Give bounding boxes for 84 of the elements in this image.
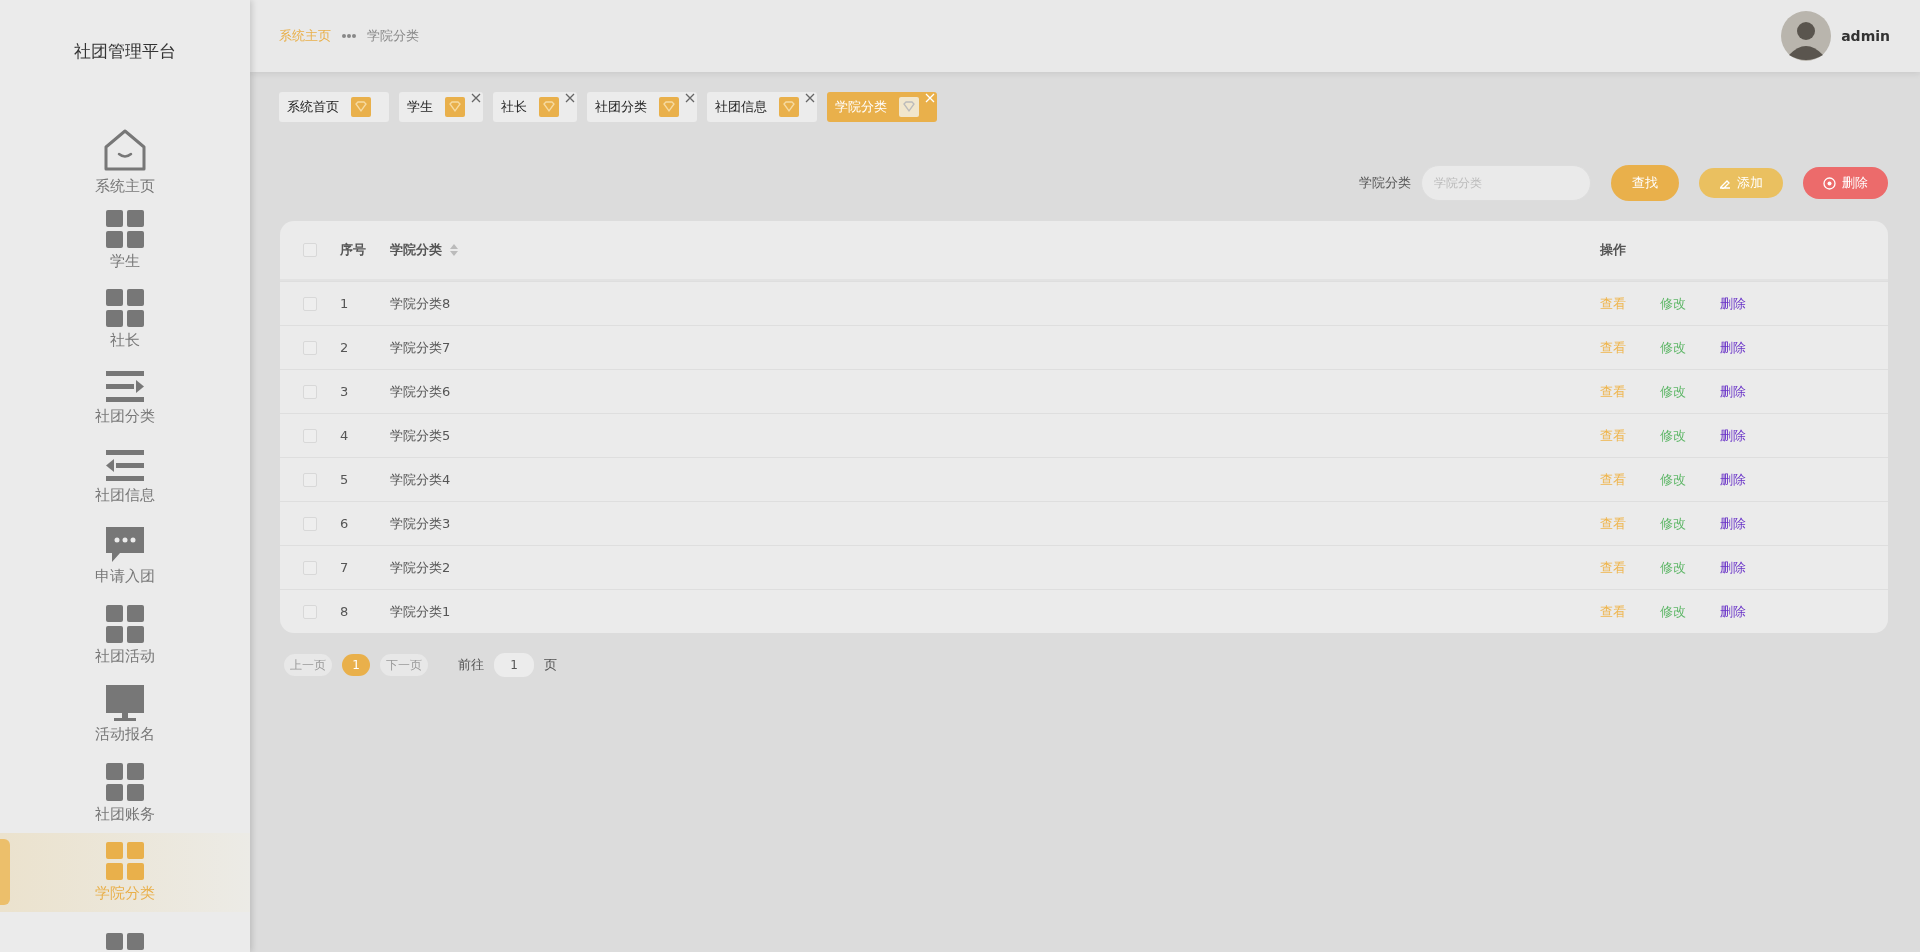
prev-page-button[interactable]: 上一页 bbox=[284, 654, 332, 676]
page-unit: 页 bbox=[544, 656, 557, 674]
edit-link[interactable]: 修改 bbox=[1660, 294, 1686, 313]
sidebar-item[interactable]: 活动报名 bbox=[0, 675, 250, 754]
page-input[interactable]: 1 bbox=[494, 653, 534, 677]
shield-icon bbox=[899, 97, 919, 117]
table-cell: 学院分类1 bbox=[390, 602, 451, 621]
table-cell: 学院分类2 bbox=[390, 558, 451, 577]
table-cell: 学院分类8 bbox=[390, 294, 451, 313]
table-cell-text: 5 bbox=[340, 472, 350, 487]
column-header: 操作 bbox=[1600, 241, 1626, 259]
table-cell: 学院分类5 bbox=[390, 426, 451, 445]
shield-icon bbox=[779, 97, 799, 117]
table-cell: 学院分类6 bbox=[390, 382, 451, 401]
app-title: 社团管理平台 bbox=[73, 40, 177, 60]
table-cell-text: 4 bbox=[340, 428, 350, 443]
user-name[interactable]: admin bbox=[1841, 28, 1890, 44]
table-cell-text: 6 bbox=[340, 516, 350, 531]
delete-link[interactable]: 删除 bbox=[1720, 470, 1746, 489]
table-cell: 学院分类7 bbox=[390, 338, 451, 357]
sidebar-item[interactable]: 社团分类 bbox=[0, 359, 250, 438]
chat-icon bbox=[106, 527, 144, 563]
grid-icon bbox=[106, 289, 144, 327]
tab[interactable]: 社团信息 bbox=[707, 92, 817, 122]
delete-link[interactable]: 删除 bbox=[1720, 294, 1746, 313]
sidebar-item[interactable]: 社团活动 bbox=[0, 596, 250, 675]
shield-icon bbox=[351, 97, 371, 117]
grid-icon bbox=[106, 842, 144, 880]
edit-link[interactable]: 修改 bbox=[1660, 338, 1686, 357]
delete-link[interactable]: 删除 bbox=[1720, 382, 1746, 401]
shield-icon bbox=[445, 97, 465, 117]
edit-link[interactable]: 修改 bbox=[1660, 470, 1686, 489]
table-cell-text: 7 bbox=[340, 560, 350, 575]
delete-link[interactable]: 删除 bbox=[1720, 558, 1746, 577]
list-icon bbox=[106, 371, 144, 403]
sort-icon[interactable] bbox=[450, 244, 458, 256]
column-header: 序号 bbox=[340, 241, 367, 259]
edit-link[interactable]: 修改 bbox=[1660, 426, 1686, 445]
sidebar-item[interactable]: 社长 bbox=[0, 280, 250, 359]
delete-button[interactable]: 删除 bbox=[1803, 167, 1888, 199]
monitor-icon bbox=[106, 685, 144, 721]
column-header[interactable]: 学院分类 bbox=[390, 241, 442, 259]
breadcrumb-item: 学院分类 bbox=[367, 27, 419, 45]
tab[interactable]: 社长 bbox=[493, 92, 577, 122]
tab[interactable]: 学生 bbox=[399, 92, 483, 122]
table-cell-text: 8 bbox=[340, 604, 350, 619]
sidebar-item[interactable]: 社团账务 bbox=[0, 754, 250, 833]
table-cell-text: 2 bbox=[340, 340, 350, 355]
grid-icon bbox=[106, 605, 144, 643]
delete-link[interactable]: 删除 bbox=[1720, 602, 1746, 621]
sidebar-item[interactable]: 申请入团 bbox=[0, 517, 250, 596]
circle-icon bbox=[1823, 176, 1836, 190]
edit-link[interactable]: 修改 bbox=[1660, 558, 1686, 577]
close-icon[interactable] bbox=[565, 93, 575, 103]
sidebar-item[interactable]: 社团信息 bbox=[0, 438, 250, 517]
tab[interactable]: 系统首页 bbox=[279, 92, 389, 122]
search-label: 学院分类 bbox=[1359, 174, 1411, 192]
sidebar-item[interactable]: 系统主页 bbox=[0, 122, 250, 201]
next-page-button[interactable]: 下一页 bbox=[380, 654, 428, 676]
edit-link[interactable]: 修改 bbox=[1660, 382, 1686, 401]
goto-label: 前往 bbox=[458, 656, 484, 674]
shield-icon bbox=[659, 97, 679, 117]
sidebar-item[interactable]: 学生 bbox=[0, 201, 250, 280]
delete-link[interactable]: 删除 bbox=[1720, 514, 1746, 533]
edit-link[interactable]: 修改 bbox=[1660, 602, 1686, 621]
selection-indicator bbox=[0, 839, 10, 905]
edit-link[interactable]: 修改 bbox=[1660, 514, 1686, 533]
table-cell: 学院分类3 bbox=[390, 514, 451, 533]
tab[interactable]: 社团分类 bbox=[587, 92, 697, 122]
separator-icon bbox=[341, 33, 357, 39]
delete-link[interactable]: 删除 bbox=[1720, 426, 1746, 445]
avatar[interactable] bbox=[1781, 11, 1832, 61]
grid-icon bbox=[106, 210, 144, 248]
table-cell: 学院分类4 bbox=[390, 470, 451, 489]
close-icon[interactable] bbox=[471, 93, 481, 103]
grid-icon bbox=[106, 763, 144, 801]
delete-link[interactable]: 删除 bbox=[1720, 338, 1746, 357]
close-icon[interactable] bbox=[805, 93, 815, 103]
list-icon bbox=[106, 450, 144, 482]
shield-icon bbox=[539, 97, 559, 117]
home-icon bbox=[102, 127, 148, 173]
table-cell-text: 1 bbox=[340, 296, 350, 311]
close-icon[interactable] bbox=[685, 93, 695, 103]
table-cell-text: 3 bbox=[340, 384, 350, 399]
